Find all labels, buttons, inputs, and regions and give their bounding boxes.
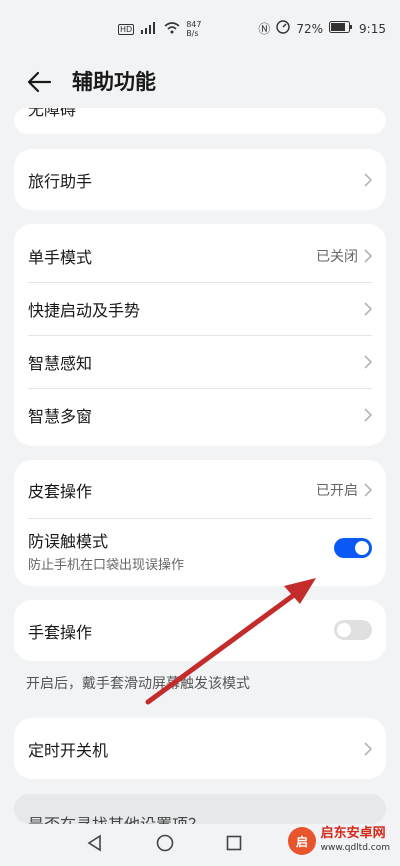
watermark-text: 启东安卓网 — [320, 826, 386, 841]
watermark-logo: 启 — [287, 827, 316, 855]
watermark-url: www.qdltd.com — [320, 843, 390, 853]
annotation-arrow — [145, 578, 316, 705]
home-circle-icon[interactable] — [156, 834, 174, 852]
recents-square-icon[interactable] — [226, 835, 242, 851]
watermark: 启 启东安卓网 www.qdltd.com — [287, 826, 390, 856]
back-triangle-icon[interactable] — [86, 834, 104, 852]
svg-text:启: 启 — [296, 834, 308, 849]
